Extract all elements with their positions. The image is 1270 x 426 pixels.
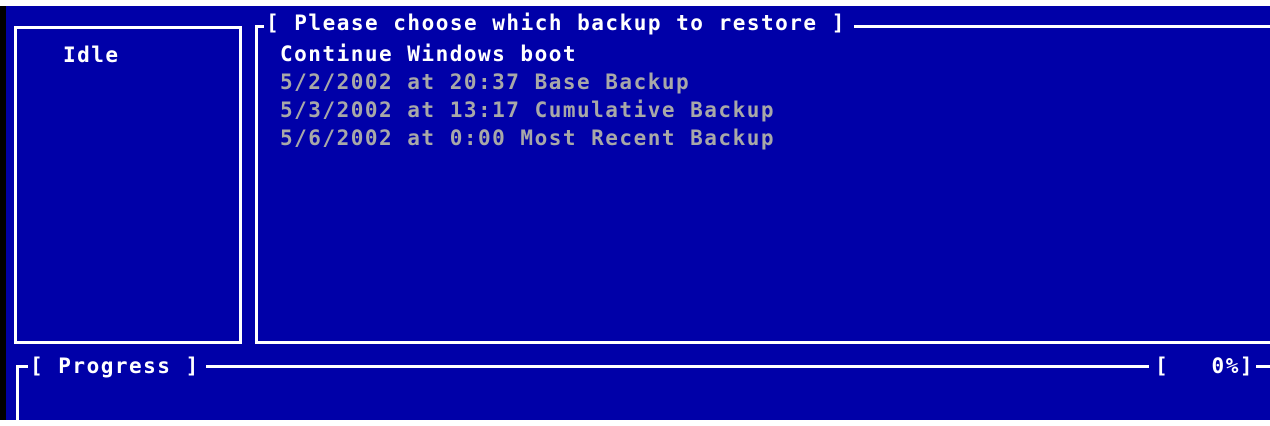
screen-edge-top: [0, 0, 1270, 6]
progress-frame-left: [16, 365, 19, 420]
backup-option-continue-boot[interactable]: Continue Windows boot: [280, 40, 775, 68]
restore-screen: Idle [ Please choose which backup to res…: [0, 0, 1270, 426]
status-text: Idle: [63, 43, 120, 67]
backup-list: Continue Windows boot 5/2/2002 at 20:37 …: [280, 40, 775, 152]
status-panel: Idle: [14, 26, 242, 344]
backup-option-cumulative[interactable]: 5/3/2002 at 13:17 Cumulative Backup: [280, 96, 775, 124]
progress-bar: [22, 372, 1262, 416]
backup-option-base[interactable]: 5/2/2002 at 20:37 Base Backup: [280, 68, 775, 96]
backup-option-most-recent[interactable]: 5/6/2002 at 0:00 Most Recent Backup: [280, 124, 775, 152]
screen-edge-left: [0, 0, 6, 426]
screen-edge-bottom: [0, 420, 1270, 426]
restore-panel-title: [ Please choose which backup to restore …: [264, 9, 854, 37]
